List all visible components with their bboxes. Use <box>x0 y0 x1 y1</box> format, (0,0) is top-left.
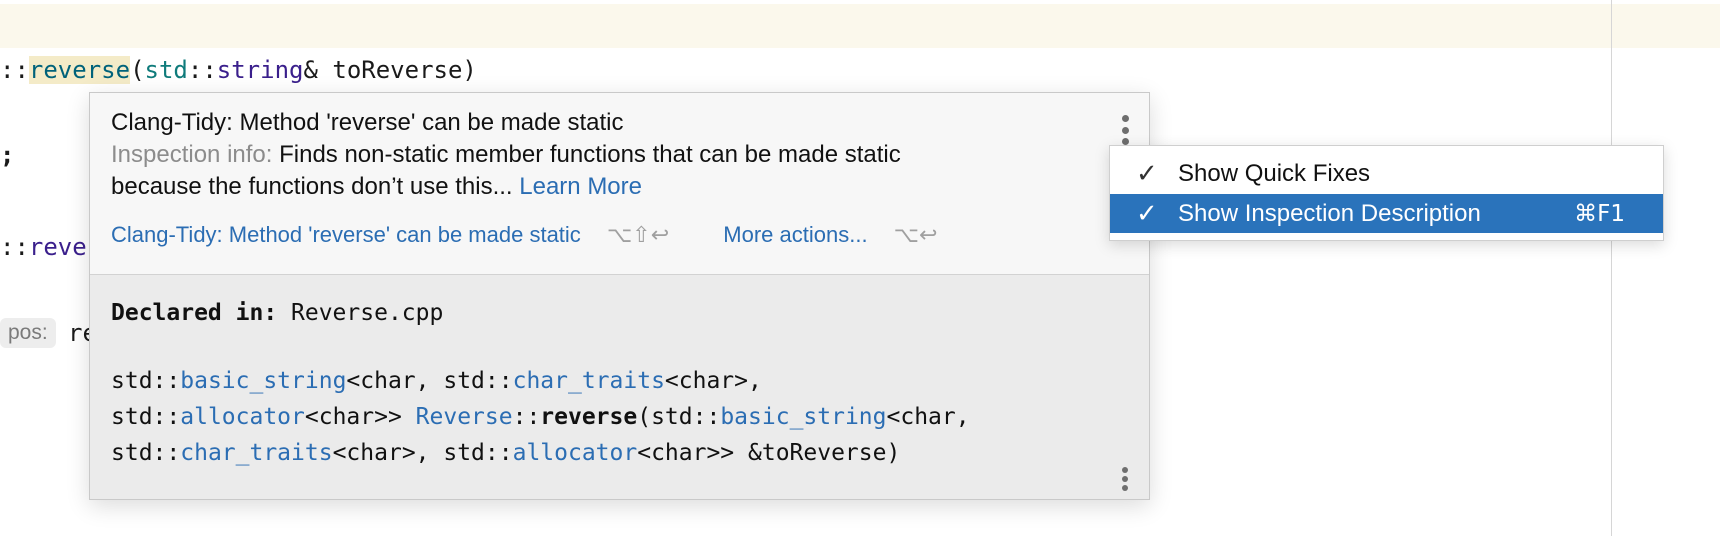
sig-token: <char>> &toReverse) <box>637 440 901 466</box>
code-line-call[interactable]: ::reve <box>0 232 87 262</box>
signature-line-1: std::basic_string<char, std::char_traits… <box>111 363 762 399</box>
code-token-scope: :: <box>0 233 29 261</box>
inspection-info: Inspection info: Finds non-static member… <box>111 139 901 171</box>
declared-in: Declared in: Reverse.cpp <box>111 295 443 331</box>
sig-token: (std:: <box>637 404 721 430</box>
sig-function-name: reverse <box>540 404 638 430</box>
popup-options-kebab-icon[interactable] <box>1120 115 1130 145</box>
sig-type-link[interactable]: allocator <box>513 440 638 466</box>
inspection-title: Clang-Tidy: Method 'reverse' can be made… <box>111 109 624 136</box>
menu-item-label: Show Quick Fixes <box>1178 159 1371 187</box>
code-token-param: & toReverse) <box>303 56 477 84</box>
sig-class-link[interactable]: Reverse <box>416 404 513 430</box>
learn-more-link[interactable]: Learn More <box>519 173 642 200</box>
inspection-info-text: Finds non-static member functions that c… <box>272 141 901 168</box>
code-line-semicolon[interactable]: ; <box>0 140 14 170</box>
code-line-signature[interactable]: ::reverse(std::string& toReverse) <box>0 55 477 85</box>
inspection-info-label: Inspection info: <box>111 141 273 168</box>
code-token-type: string <box>216 56 304 84</box>
sig-token: std:: <box>111 404 181 430</box>
code-token-paren: ( <box>130 56 145 84</box>
inlay-hint-pos: pos: <box>0 318 56 348</box>
caret-row-highlight <box>0 4 1720 48</box>
sig-type-link[interactable]: char_traits <box>513 368 665 394</box>
signature-line-2: std::allocator<char>> Reverse::reverse(s… <box>111 399 970 435</box>
sig-token: <char, <box>886 404 970 430</box>
popup-options-menu: ✓ Show Quick Fixes ✓ Show Inspection Des… <box>1109 145 1664 241</box>
sig-type-link[interactable]: allocator <box>180 404 305 430</box>
declared-in-label: Declared in: <box>111 300 278 326</box>
inspection-info-line2: because the functions don’t use this... … <box>111 171 642 203</box>
quick-fix-shortcut: ⌥⇧↩ <box>606 223 670 248</box>
inspection-info-text-2: because the functions don’t use this... <box>111 173 520 200</box>
code-token-scope: :: <box>0 56 29 84</box>
inspection-section: Clang-Tidy: Method 'reverse' can be made… <box>90 93 1149 275</box>
menu-item-show-quick-fixes[interactable]: ✓ Show Quick Fixes <box>1110 154 1663 193</box>
code-token-scope: :: <box>187 56 217 84</box>
right-margin-guide <box>1611 0 1612 536</box>
code-token-semicolon: ; <box>0 141 15 169</box>
documentation-section: Declared in: Reverse.cpp std::basic_stri… <box>90 275 1149 499</box>
menu-item-shortcut: ⌘F1 <box>1574 200 1625 227</box>
more-actions-shortcut: ⌥↩ <box>893 223 938 248</box>
code-token-member: reve <box>28 233 87 261</box>
sig-type-link[interactable]: basic_string <box>180 368 346 394</box>
documentation-options-kebab-icon[interactable] <box>1120 467 1130 491</box>
menu-item-label: Show Inspection Description <box>1178 199 1481 227</box>
sig-token: <char, std:: <box>346 368 513 394</box>
sig-token: <char>, std:: <box>332 440 513 466</box>
code-token-function[interactable]: reverse <box>28 56 131 84</box>
sig-token: std:: <box>111 440 181 466</box>
sig-token: std:: <box>111 368 181 394</box>
menu-item-show-inspection-description[interactable]: ✓ Show Inspection Description ⌘F1 <box>1110 194 1663 233</box>
signature-line-3: std::char_traits<char>, std::allocator<c… <box>111 435 900 471</box>
quick-fix-link[interactable]: Clang-Tidy: Method 'reverse' can be made… <box>111 222 581 247</box>
sig-token: <char>> <box>304 404 416 430</box>
code-token-namespace: std <box>144 56 188 84</box>
sig-type-link[interactable]: basic_string <box>720 404 886 430</box>
checkmark-icon: ✓ <box>1136 198 1158 229</box>
more-actions-link[interactable]: More actions... <box>723 222 867 247</box>
inspection-popup: Clang-Tidy: Method 'reverse' can be made… <box>89 92 1150 500</box>
sig-token: :: <box>512 404 541 430</box>
checkmark-icon: ✓ <box>1136 158 1158 189</box>
sig-type-link[interactable]: char_traits <box>180 440 332 466</box>
declared-in-file: Reverse.cpp <box>277 300 444 326</box>
actions-row: Clang-Tidy: Method 'reverse' can be made… <box>111 219 937 252</box>
sig-token: <char>, <box>664 368 762 394</box>
